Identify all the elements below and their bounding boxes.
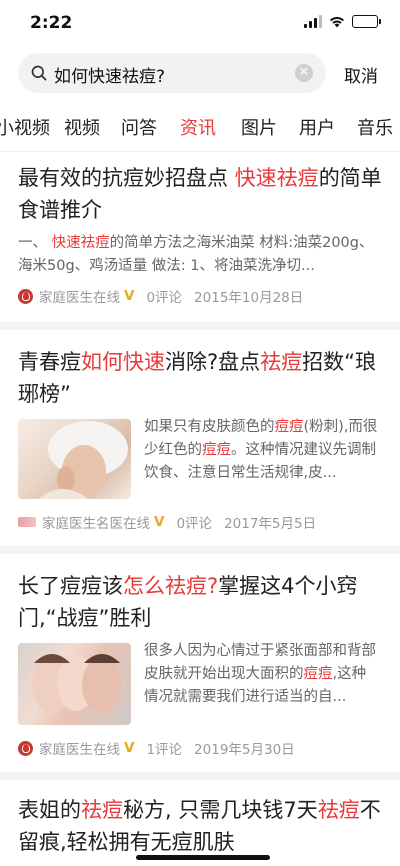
result-title[interactable]: 最有效的抗痘妙招盘点 快速祛痘的简单食谱推介 [18, 162, 383, 226]
verified-badge: V [124, 288, 135, 304]
verified-badge: V [124, 740, 135, 756]
comment-count: 0评论 [176, 516, 213, 532]
result-meta: 家庭医生在线 V 1评论 2019年5月30日 [18, 738, 295, 758]
tab-music[interactable]: 音乐 [357, 114, 393, 140]
cancel-button[interactable]: 取消 [344, 62, 378, 87]
result-title[interactable]: 表姐的祛痘秘方, 只需几块钱7天祛痘不留痕,轻松拥有无痘肌肤 [18, 794, 383, 858]
tab-video[interactable]: 视频 [64, 114, 100, 140]
result-abstract: 很多人因为心情过于紧张面部和背部皮肤就开始出现大面积的痘痘,这种情况就需要我们进… [144, 643, 376, 705]
divider [0, 322, 400, 330]
home-indicator[interactable] [136, 855, 270, 860]
result-thumbnail [18, 419, 131, 499]
divider [0, 546, 400, 554]
divider [0, 772, 400, 780]
signal-icon [304, 15, 322, 28]
status-bar: 2:22 [0, 0, 400, 46]
source-logo-icon [18, 517, 36, 527]
status-icons [304, 15, 381, 28]
tab-qa[interactable]: 问答 [121, 114, 157, 140]
source-logo-icon [18, 740, 33, 756]
result-abstract: 如果只有皮肤颜色的痘痘(粉刺),而很少红色的痘痘。这种情况建议先调制饮食、注意日… [144, 419, 378, 481]
wifi-icon [330, 16, 344, 27]
search-input[interactable]: 如何快速祛痘? ✕ [18, 53, 326, 93]
search-row: 如何快速祛痘? ✕ 取消 [0, 46, 400, 102]
result-abstract: 一、 快速祛痘的简单方法之海米油菜 材料:油菜200g、海米50g、鸡汤适量 做… [18, 235, 374, 274]
publish-date: 2019年5月30日 [194, 742, 295, 758]
tab-short-video[interactable]: 小视频 [0, 114, 50, 140]
comment-count: 1评论 [146, 742, 183, 758]
source-name: 家庭医生名医在线 [42, 516, 150, 532]
result-meta: 家庭医生在线 V 0评论 2015年10月28日 [18, 286, 303, 306]
result-card-3[interactable]: 长了痘痘该怎么祛痘?掌握这4个小窍门,“战痘”胜利 很多人因为心情过于紧张面部和… [0, 554, 400, 772]
tab-users[interactable]: 用户 [299, 114, 335, 140]
publish-date: 2017年5月5日 [224, 516, 317, 532]
search-icon [31, 65, 47, 81]
publish-date: 2015年10月28日 [194, 290, 304, 306]
battery-icon [352, 15, 381, 28]
source-name: 家庭医生在线 [39, 742, 120, 758]
result-card-1[interactable]: 最有效的抗痘妙招盘点 快速祛痘的简单食谱推介 一、 快速祛痘的简单方法之海米油菜… [0, 152, 400, 322]
tab-images[interactable]: 图片 [241, 114, 277, 140]
verified-badge: V [154, 514, 165, 530]
result-meta: 家庭医生名医在线 V 0评论 2017年5月5日 [18, 512, 316, 532]
comment-count: 0评论 [146, 290, 183, 306]
source-name: 家庭医生在线 [39, 290, 120, 306]
result-title[interactable]: 长了痘痘该怎么祛痘?掌握这4个小窍门,“战痘”胜利 [18, 570, 383, 634]
result-card-4[interactable]: 表姐的祛痘秘方, 只需几块钱7天祛痘不留痕,轻松拥有无痘肌肤 [0, 780, 400, 866]
status-time: 2:22 [30, 13, 73, 33]
search-query: 如何快速祛痘? [54, 67, 166, 87]
category-tabs: 小视频 视频 问答 资讯 图片 用户 音乐 [0, 102, 400, 152]
result-title[interactable]: 青春痘如何快速消除?盘点祛痘招数“琅琊榜” [18, 346, 383, 410]
result-thumbnail [18, 643, 131, 725]
clear-icon[interactable]: ✕ [295, 64, 313, 82]
tab-news[interactable]: 资讯 [180, 114, 216, 140]
source-logo-icon [18, 288, 33, 304]
result-card-2[interactable]: 青春痘如何快速消除?盘点祛痘招数“琅琊榜” 如果只有皮肤颜色的痘痘(粉刺),而很… [0, 330, 400, 546]
